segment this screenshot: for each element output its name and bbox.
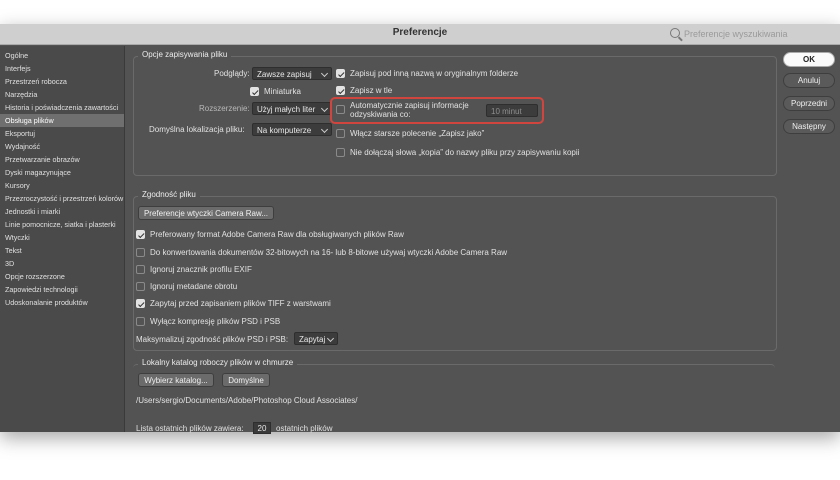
sidebar-item-tech-previews[interactable]: Zapowiedzi technologii: [0, 283, 124, 296]
save-options-title: Opcje zapisywania pliku: [138, 50, 232, 59]
default-location-value: Na komputerze: [257, 126, 312, 135]
chevron-down-icon: [320, 69, 329, 78]
extension-label: Rozszerzenie:: [199, 104, 250, 113]
search-input[interactable]: [684, 27, 834, 41]
max-compat-value: Zapytaj: [299, 335, 326, 344]
sidebar-item-3d[interactable]: 3D: [0, 257, 124, 270]
sidebar-item-interface[interactable]: Interfejs: [0, 62, 124, 75]
search-icon: [670, 28, 680, 38]
sidebar-item-transparency[interactable]: Przezroczystość i przestrzeń kolorów: [0, 192, 124, 205]
cloud-title: Lokalny katalog roboczy plików w chmurze: [138, 358, 298, 367]
default-location-label: Domyślna lokalizacja pliku:: [149, 125, 245, 134]
ignore-rotation-checkbox[interactable]: [136, 282, 145, 291]
autosave-interval-select[interactable]: 10 minut: [486, 104, 538, 117]
chevron-down-icon: [326, 334, 335, 343]
recent-files-count-input[interactable]: 20: [253, 422, 271, 434]
sidebar-item-advanced[interactable]: Opcje rozszerzone: [0, 270, 124, 283]
ask-tiff-checkbox[interactable]: [136, 299, 145, 308]
chevron-down-icon: [320, 125, 329, 134]
autosave-checkbox[interactable]: [336, 105, 345, 114]
sidebar-item-export[interactable]: Eksportuj: [0, 127, 124, 140]
ignore-rotation-label: Ignoruj metadane obrotu: [150, 282, 238, 291]
sidebar-item-workspace[interactable]: Przestrzeń robocza: [0, 75, 124, 88]
sidebar-item-scratch-disks[interactable]: Dyski magazynujące: [0, 166, 124, 179]
sidebar-list: Ogólne Interfejs Przestrzeń robocza Narz…: [0, 46, 124, 309]
disable-psd-compression-checkbox[interactable]: [136, 317, 145, 326]
sidebar-item-plugins[interactable]: Wtyczki: [0, 231, 124, 244]
cancel-button[interactable]: Anuluj: [783, 73, 835, 88]
sidebar-item-image-processing[interactable]: Przetwarzanie obrazów: [0, 153, 124, 166]
sidebar-item-product-improvement[interactable]: Udoskonalanie produktów: [0, 296, 124, 309]
sidebar: Ogólne Interfejs Przestrzeń robocza Narz…: [0, 46, 125, 432]
extension-select[interactable]: Użyj małych liter: [252, 102, 332, 115]
sidebar-item-cursors[interactable]: Kursory: [0, 179, 124, 192]
ask-tiff-label: Zapytaj przed zapisaniem plików TIFF z w…: [150, 299, 331, 308]
sidebar-item-file-handling[interactable]: Obsługa plików: [0, 114, 124, 127]
max-compat-select[interactable]: Zapytaj: [294, 332, 338, 345]
sidebar-item-type[interactable]: Tekst: [0, 244, 124, 257]
previews-label: Podglądy:: [214, 69, 250, 78]
preferences-window: Preferencje Ogólne Interfejs Przestrzeń …: [0, 24, 840, 434]
save-original-folder-label: Zapisuj pod inną nazwą w oryginalnym fol…: [350, 69, 519, 78]
save-background-checkbox[interactable]: [336, 86, 345, 95]
compatibility-title: Zgodność pliku: [138, 190, 200, 199]
disable-psd-compression-label: Wyłącz kompresję plików PSD i PSB: [150, 317, 281, 326]
chevron-down-icon: [320, 104, 329, 113]
autosave-label-line1: Automatycznie zapisuj informacje: [350, 101, 469, 110]
next-button[interactable]: Następny: [783, 119, 835, 134]
ignore-exif-label: Ignoruj znacznik profilu EXIF: [150, 265, 252, 274]
recent-files-label: Lista ostatnich plików zawiera:: [136, 424, 244, 433]
sidebar-item-general[interactable]: Ogólne: [0, 49, 124, 62]
prefer-acr-label: Preferowany format Adobe Camera Raw dla …: [150, 230, 404, 239]
save-background-label: Zapisz w tle: [350, 86, 393, 95]
default-location-select[interactable]: Na komputerze: [252, 123, 332, 136]
convert-32bit-label: Do konwertowania dokumentów 32-bitowych …: [150, 248, 508, 257]
thumbnail-checkbox[interactable]: [250, 87, 259, 96]
sidebar-item-units[interactable]: Jednostki i miarki: [0, 205, 124, 218]
prefer-acr-checkbox[interactable]: [136, 230, 145, 239]
convert-32bit-checkbox[interactable]: [136, 248, 145, 257]
no-copy-word-label: Nie dołączaj słowa „kopia” do nazwy plik…: [350, 148, 580, 157]
autosave-label-line2: odzyskiwania co:: [350, 110, 411, 119]
thumbnail-label: Miniaturka: [264, 87, 301, 96]
max-compat-label: Maksymalizuj zgodność plików PSD i PSB:: [136, 335, 289, 344]
ignore-exif-checkbox[interactable]: [136, 265, 145, 274]
defaults-button[interactable]: Domyślne: [222, 373, 270, 387]
no-copy-word-checkbox[interactable]: [336, 148, 345, 157]
sidebar-item-history[interactable]: Historia i poświadczenia zawartości: [0, 101, 124, 114]
sidebar-item-tools[interactable]: Narzędzia: [0, 88, 124, 101]
autosave-interval-value: 10 minut: [491, 107, 522, 116]
sidebar-item-performance[interactable]: Wydajność: [0, 140, 124, 153]
legacy-save-as-label: Włącz starsze polecenie „Zapisz jako”: [350, 129, 485, 138]
main-panel: Opcje zapisywania pliku Podglądy: Zawsze…: [128, 46, 778, 434]
cloud-path: /Users/sergio/Documents/Adobe/Photoshop …: [136, 396, 358, 405]
camera-raw-preferences-button[interactable]: Preferencje wtyczki Camera Raw...: [138, 206, 274, 220]
sidebar-item-guides[interactable]: Linie pomocnicze, siatka i plasterki: [0, 218, 124, 231]
choose-folder-button[interactable]: Wybierz katalog...: [138, 373, 214, 387]
previous-button[interactable]: Poprzedni: [783, 96, 835, 111]
title-bar: Preferencje: [0, 24, 840, 45]
legacy-save-as-checkbox[interactable]: [336, 129, 345, 138]
previews-value: Zawsze zapisuj: [257, 70, 312, 79]
recent-files-suffix: ostatnich plików: [276, 424, 333, 433]
search-box[interactable]: [668, 27, 838, 41]
previews-select[interactable]: Zawsze zapisuj: [252, 67, 332, 80]
save-original-folder-checkbox[interactable]: [336, 69, 345, 78]
extension-value: Użyj małych liter: [257, 105, 316, 114]
ok-button[interactable]: OK: [783, 52, 835, 67]
